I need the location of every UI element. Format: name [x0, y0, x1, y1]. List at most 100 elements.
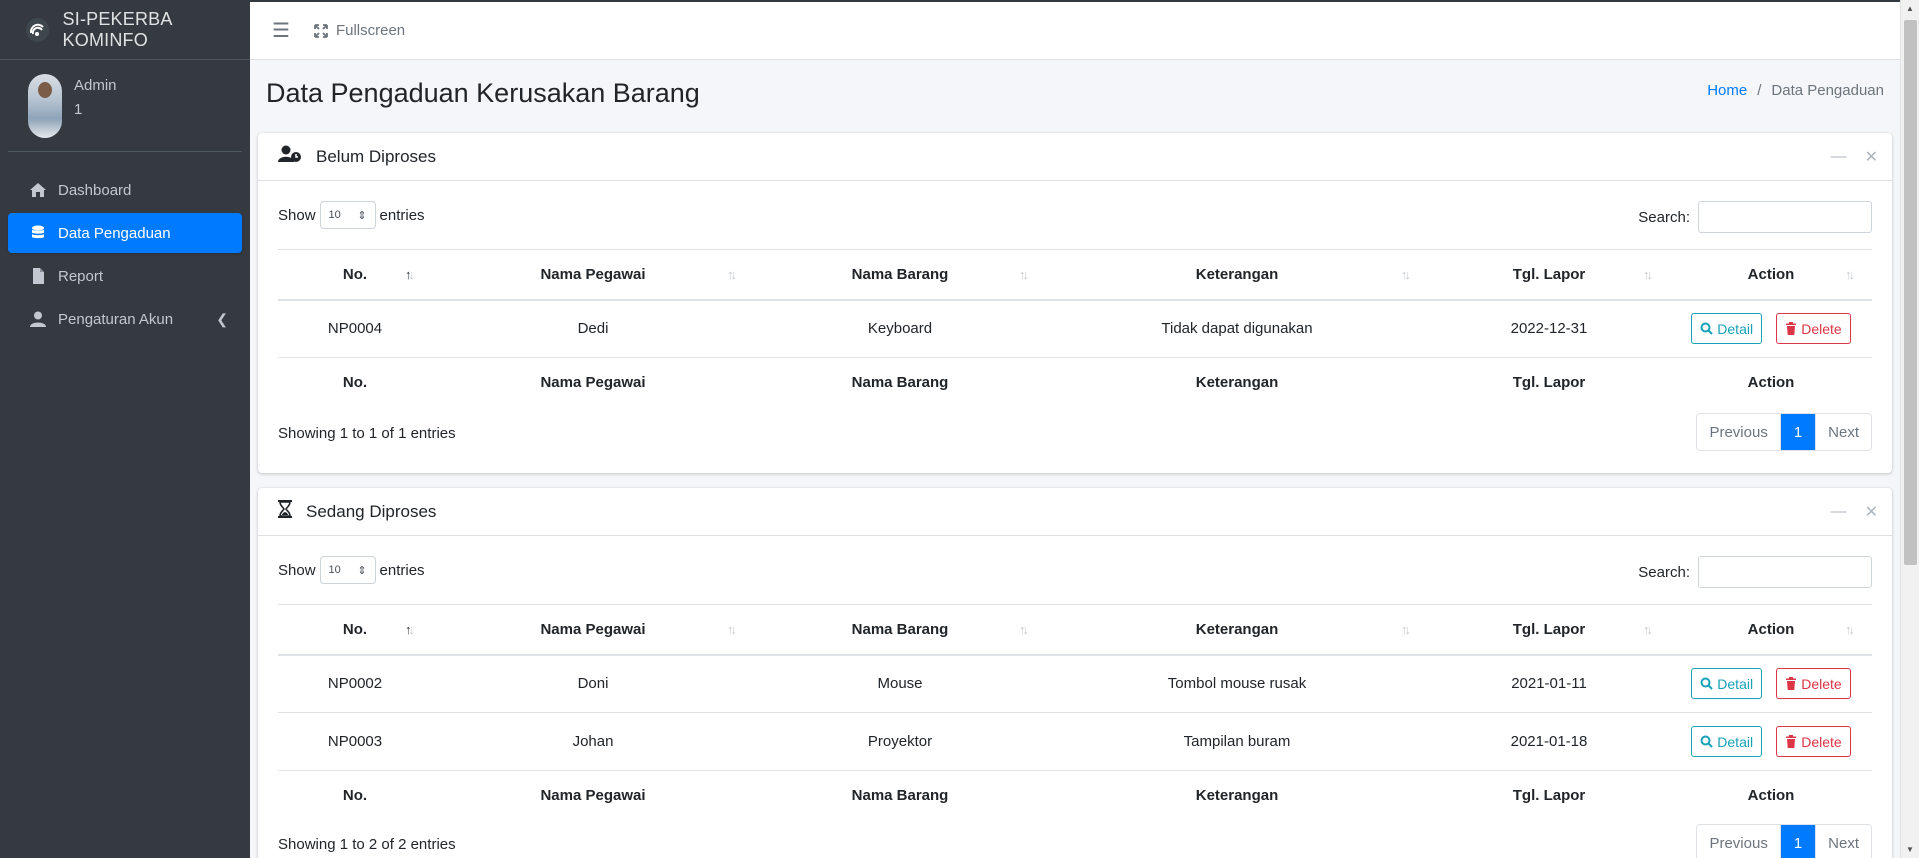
detail-button[interactable]: Detail — [1691, 668, 1763, 700]
column-header-nama-pegawai[interactable]: Nama Pegawai ↑↓ — [432, 249, 754, 301]
delete-button[interactable]: Delete — [1776, 313, 1851, 345]
detail-button[interactable]: Detail — [1691, 726, 1763, 757]
cell-nama-pegawai: Dedi — [432, 299, 754, 358]
column-header-keterangan[interactable]: Keterangan ↑↓ — [1046, 604, 1428, 656]
close-icon[interactable]: ✕ — [1865, 502, 1878, 522]
collapse-icon[interactable]: — — [1831, 148, 1847, 166]
footer-no: No. — [278, 357, 432, 408]
previous-button[interactable]: Previous — [1697, 825, 1781, 858]
sort-asc-icon: ↑↓ — [405, 267, 415, 282]
search-label: Search: — [1638, 208, 1690, 226]
user-icon — [28, 311, 48, 327]
delete-button[interactable]: Delete — [1776, 726, 1851, 757]
column-label: Action — [1747, 620, 1795, 638]
entries-label: entries — [379, 206, 425, 224]
sidebar-item-report[interactable]: Report — [8, 256, 242, 296]
select-arrows-icon: ⇕ — [357, 564, 367, 577]
column-label: Nama Barang — [851, 620, 949, 638]
scrollbar-thumb[interactable] — [1904, 20, 1917, 565]
column-label: Tgl. Lapor — [1512, 620, 1586, 638]
cell-tgl-lapor: 2021-01-11 — [1428, 654, 1670, 713]
cell-action: Detail Delete — [1670, 654, 1872, 713]
show-label: Show — [278, 561, 316, 579]
footer-keterangan: Keterangan — [1046, 357, 1428, 408]
close-icon[interactable]: ✕ — [1865, 147, 1878, 167]
sidebar-item-pengaturan-akun[interactable]: Pengaturan Akun ❮ — [8, 299, 242, 339]
sort-icon: ↑↓ — [1401, 267, 1411, 282]
column-label: No. — [342, 620, 368, 638]
show-label: Show — [278, 206, 316, 224]
hourglass-icon — [278, 500, 292, 523]
sidebar-item-dashboard[interactable]: Dashboard — [8, 170, 242, 210]
delete-button[interactable]: Delete — [1776, 668, 1851, 700]
column-header-action[interactable]: Action ↑↓ — [1670, 249, 1872, 301]
column-header-action[interactable]: Action ↑↓ — [1670, 604, 1872, 656]
card-sedang-diproses: Sedang Diproses — ✕ Show 10 ⇕ entries Se… — [258, 488, 1892, 858]
cell-action: Detail Delete — [1670, 712, 1872, 771]
next-button[interactable]: Next — [1815, 825, 1871, 858]
sidebar: SI-PEKERBA KOMINFO Admin 1 Dashboard Dat… — [0, 0, 250, 858]
delete-label: Delete — [1801, 733, 1842, 750]
search-input[interactable] — [1698, 201, 1872, 233]
cell-action: Detail Delete — [1670, 299, 1872, 358]
sort-asc-icon: ↑↓ — [405, 622, 415, 637]
search-label: Search: — [1638, 563, 1690, 581]
home-icon — [28, 182, 48, 198]
content-wrapper: Data Pengaduan Kerusakan Barang Home / D… — [250, 60, 1900, 858]
column-header-tgl-lapor[interactable]: Tgl. Lapor ↑↓ — [1428, 604, 1670, 656]
card-tools: — ✕ — [1813, 147, 1878, 167]
search-input[interactable] — [1698, 556, 1872, 588]
footer-nama-pegawai: Nama Pegawai — [432, 357, 754, 408]
user-id: 1 — [74, 101, 83, 118]
footer-tgl-lapor: Tgl. Lapor — [1428, 357, 1670, 408]
column-header-nama-barang[interactable]: Nama Barang ↑↓ — [754, 249, 1046, 301]
file-icon — [28, 268, 48, 284]
column-header-nama-pegawai[interactable]: Nama Pegawai ↑↓ — [432, 604, 754, 656]
sort-icon: ↑↓ — [1019, 622, 1029, 637]
sidebar-item-data-pengaduan[interactable]: Data Pengaduan — [8, 213, 242, 253]
breadcrumb-separator: / — [1757, 82, 1762, 99]
brand-link[interactable]: SI-PEKERBA KOMINFO — [0, 0, 250, 60]
footer-action: Action — [1670, 357, 1872, 408]
previous-button[interactable]: Previous — [1697, 414, 1781, 450]
footer-action: Action — [1670, 770, 1872, 821]
cell-keterangan: Tampilan buram — [1046, 712, 1428, 771]
scroll-down-arrow-icon[interactable]: ▼ — [1906, 845, 1914, 854]
sort-icon: ↑↓ — [1643, 622, 1653, 637]
cell-tgl-lapor: 2021-01-18 — [1428, 712, 1670, 771]
next-button[interactable]: Next — [1815, 414, 1871, 450]
chevron-left-icon: ❮ — [216, 311, 228, 327]
detail-button[interactable]: Detail — [1691, 313, 1763, 345]
user-panel[interactable]: Admin 1 — [8, 60, 242, 152]
column-label: Keterangan — [1195, 620, 1279, 638]
datatable-footer: Showing 1 to 2 of 2 entries Previous 1 N… — [278, 824, 1872, 858]
brand-title: SI-PEKERBA KOMINFO — [62, 8, 172, 50]
datatable-controls: Show 10 ⇕ entries Search: — [258, 181, 1892, 241]
scroll-up-arrow-icon[interactable]: ▲ — [1906, 4, 1914, 13]
column-label: Nama Pegawai — [540, 265, 646, 283]
column-header-tgl-lapor[interactable]: Tgl. Lapor ↑↓ — [1428, 249, 1670, 301]
sort-icon: ↑↓ — [1643, 267, 1653, 282]
footer-nama-barang: Nama Barang — [754, 357, 1046, 408]
column-header-no[interactable]: No. ↑↓ — [278, 604, 432, 656]
entries-select[interactable]: 10 ⇕ — [319, 556, 376, 584]
collapse-icon[interactable]: — — [1831, 503, 1847, 521]
fullscreen-button[interactable]: Fullscreen — [314, 22, 405, 39]
sort-icon: ↑↓ — [727, 622, 737, 637]
breadcrumb-home-link[interactable]: Home — [1707, 82, 1747, 99]
page-1-button[interactable]: 1 — [1780, 414, 1816, 450]
page-1-button[interactable]: 1 — [1780, 825, 1816, 858]
menu-toggle-icon[interactable]: ☰ — [272, 18, 290, 43]
breadcrumb: Home / Data Pengaduan — [1707, 82, 1884, 99]
column-header-keterangan[interactable]: Keterangan ↑↓ — [1046, 249, 1428, 301]
sort-icon: ↑↓ — [1845, 622, 1855, 637]
avatar — [28, 74, 62, 138]
column-header-nama-barang[interactable]: Nama Barang ↑↓ — [754, 604, 1046, 656]
sidebar-nav: Dashboard Data Pengaduan Report Pengatur… — [0, 170, 250, 339]
cell-tgl-lapor: 2022-12-31 — [1428, 299, 1670, 358]
column-header-no[interactable]: No. ↑↓ — [278, 249, 432, 301]
entries-select[interactable]: 10 ⇕ — [319, 201, 376, 229]
table-info: Showing 1 to 2 of 2 entries — [278, 836, 456, 853]
vertical-scrollbar[interactable]: ▲ ▼ — [1900, 0, 1919, 858]
entries-label: entries — [379, 561, 425, 579]
